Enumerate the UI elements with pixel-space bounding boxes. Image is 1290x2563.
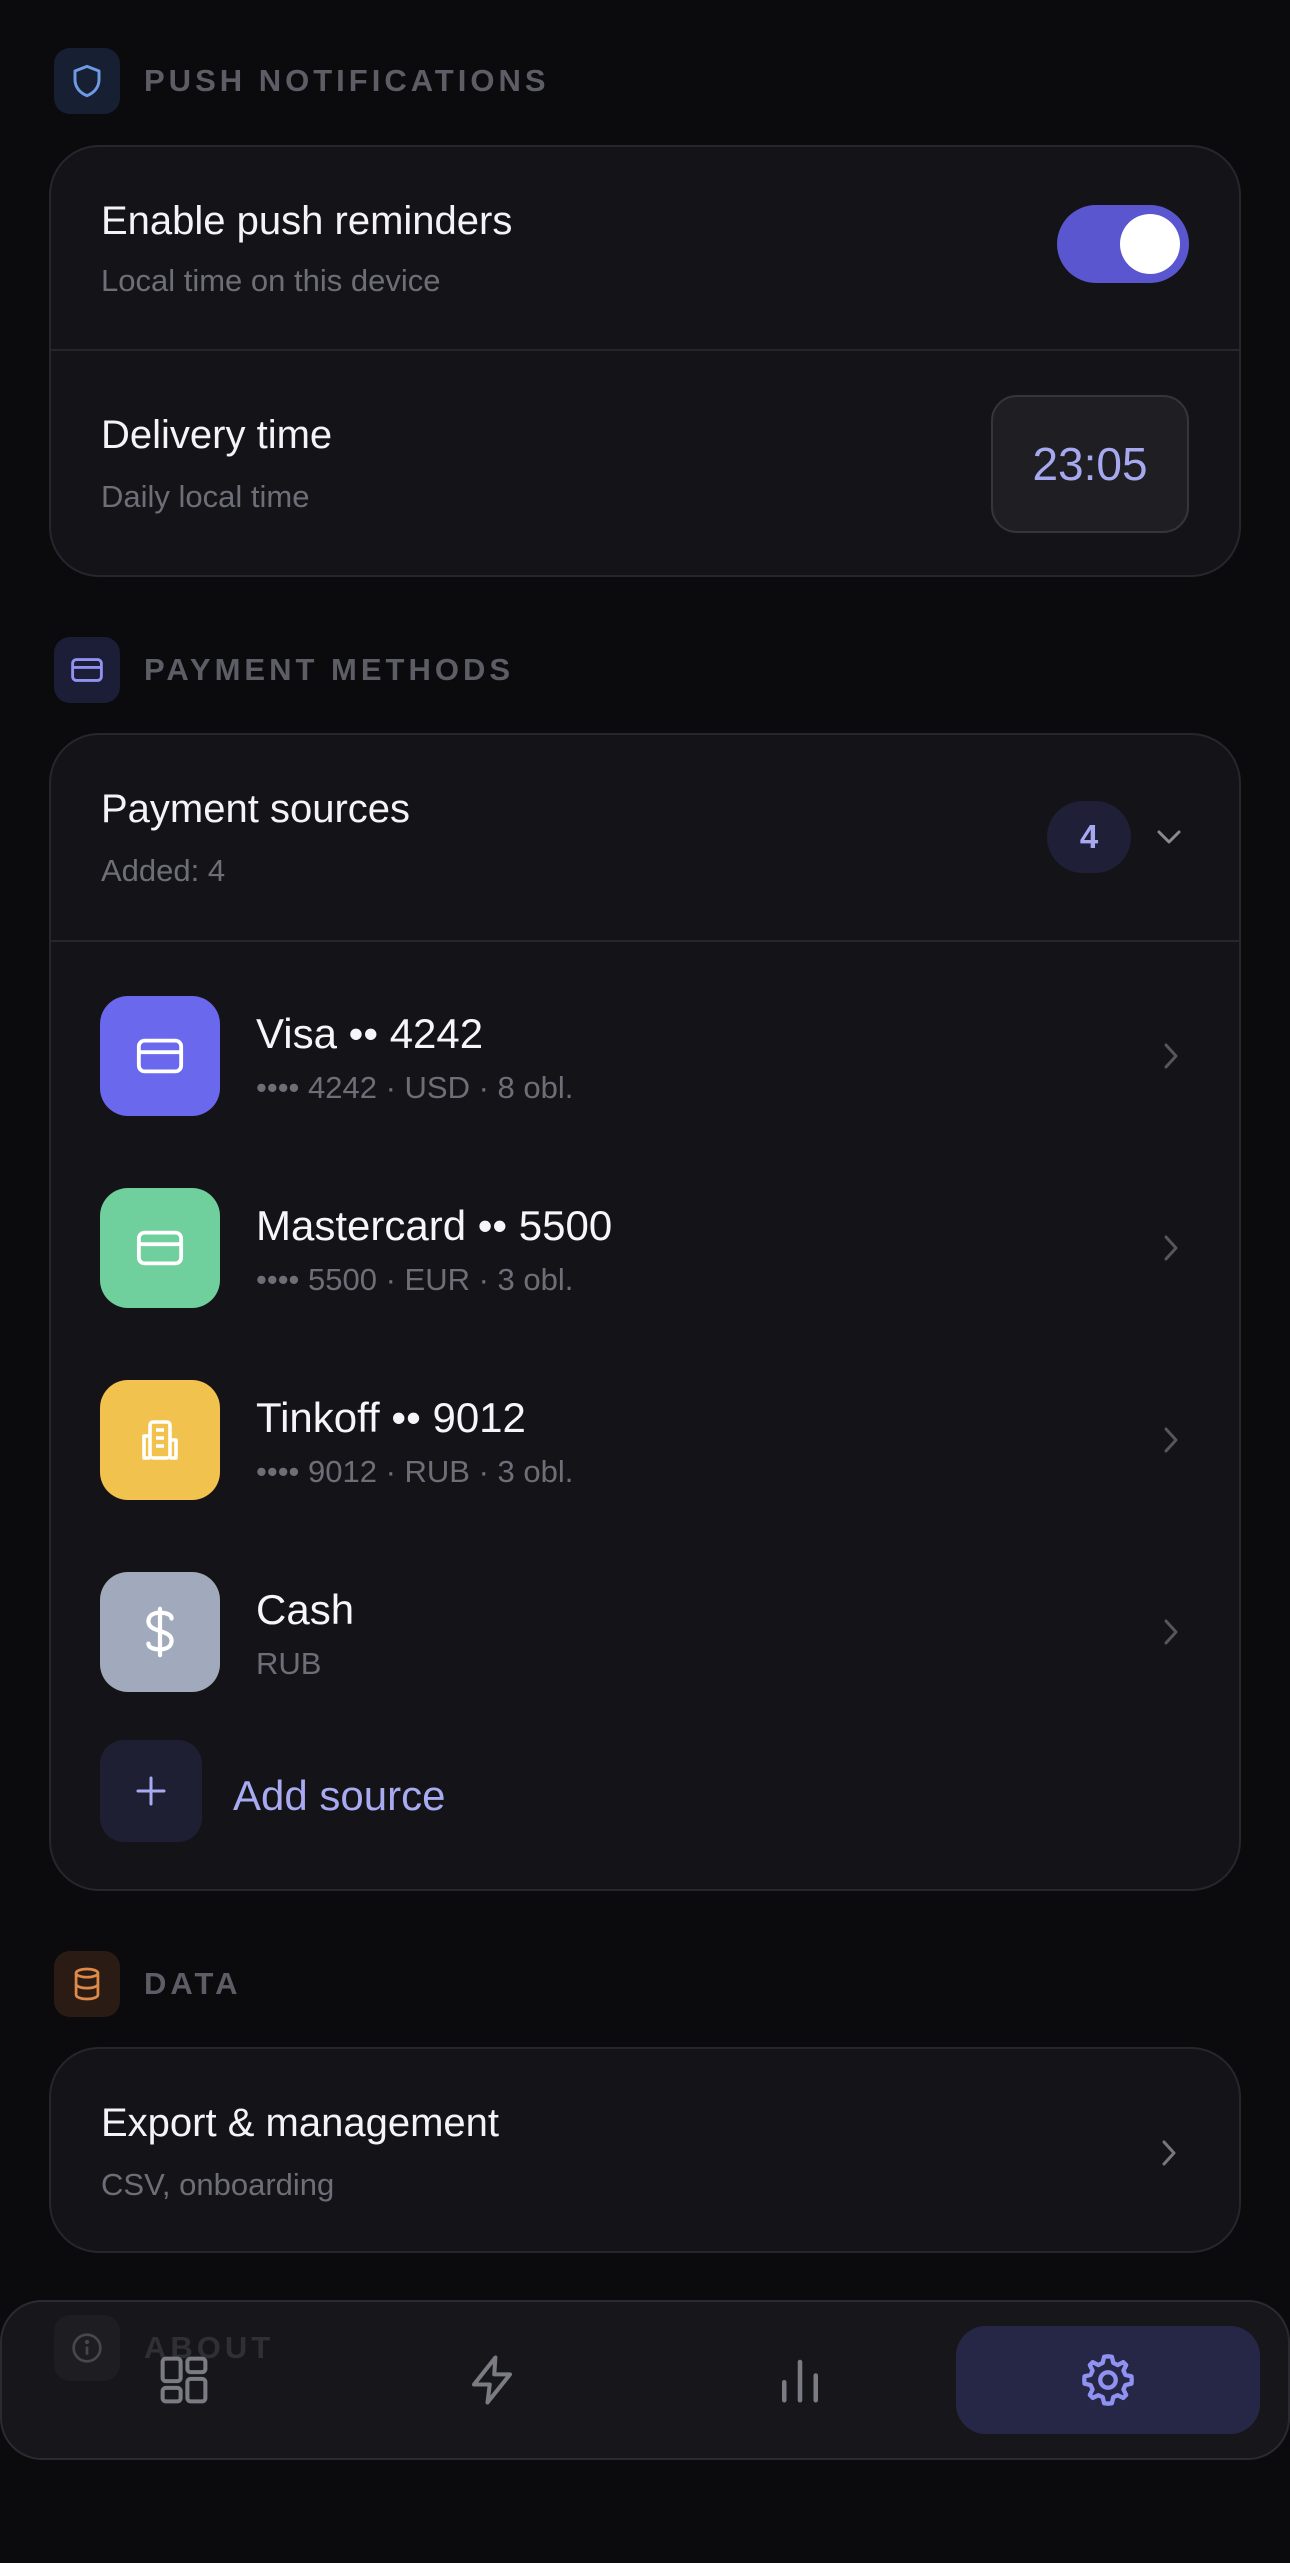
payment-item-subtitle: •••• 5500 · EUR · 3 obl.	[256, 1262, 574, 1297]
sources-count-badge: 4	[1047, 801, 1131, 873]
push-section-title: PUSH NOTIFICATIONS	[144, 63, 550, 98]
payment-sources-title: Payment sources	[101, 787, 411, 831]
delivery-time-title: Delivery time	[101, 413, 333, 457]
nav-settings[interactable]	[956, 2326, 1260, 2434]
payment-item-title: Cash	[256, 1586, 355, 1633]
stats-icon	[782, 2359, 818, 2403]
chevron-right-icon	[1151, 1420, 1191, 1460]
payment-item-title: Visa •• 4242	[256, 1010, 484, 1057]
payment-section-header: PAYMENT METHODS	[54, 637, 514, 703]
settings-page: PUSH NOTIFICATIONS Enable push reminders…	[0, 0, 1290, 2563]
payment-item-mastercard[interactable]: Mastercard •• 5500 •••• 5500 · EUR · 3 o…	[51, 1152, 1239, 1344]
push-card: Enable push reminders Local time on this…	[49, 145, 1241, 577]
push-section-header: PUSH NOTIFICATIONS	[54, 48, 550, 114]
shield-icon	[54, 48, 120, 114]
delivery-time-subtitle: Daily local time	[101, 479, 310, 514]
export-title: Export & management	[101, 2101, 499, 2145]
payment-item-tinkoff[interactable]: Tinkoff •• 9012 •••• 9012 · RUB · 3 obl.	[51, 1344, 1239, 1536]
payment-sources-header[interactable]: Payment sources Added: 4 4	[51, 735, 1239, 940]
credit-card-icon	[100, 996, 220, 1116]
enable-push-row[interactable]: Enable push reminders Local time on this…	[51, 147, 1239, 349]
payment-item-title: Mastercard •• 5500	[256, 1202, 613, 1249]
bolt-icon	[471, 2355, 513, 2405]
payment-item-subtitle: RUB	[256, 1646, 322, 1681]
add-source-row[interactable]: Add source	[51, 1728, 1239, 1889]
chevron-down-icon[interactable]	[1151, 819, 1187, 855]
payment-item-subtitle: •••• 9012 · RUB · 3 obl.	[256, 1454, 574, 1489]
payment-item-visa[interactable]: Visa •• 4242 •••• 4242 · USD · 8 obl.	[51, 960, 1239, 1152]
data-card: Export & management CSV, onboarding	[49, 2047, 1241, 2253]
data-section-header: DATA	[54, 1951, 242, 2017]
payment-sources-subtitle: Added: 4	[101, 853, 226, 888]
enable-push-subtitle: Local time on this device	[101, 263, 441, 298]
delivery-time-row: Delivery time Daily local time 23:05	[51, 349, 1239, 575]
enable-push-toggle[interactable]	[1057, 205, 1189, 283]
credit-card-icon	[100, 1188, 220, 1308]
credit-card-icon	[54, 637, 120, 703]
bank-building-icon	[100, 1380, 220, 1500]
plus-icon[interactable]	[100, 1740, 202, 1842]
payment-item-subtitle: •••• 4242 · USD · 8 obl.	[256, 1070, 574, 1105]
enable-push-title: Enable push reminders	[101, 199, 513, 243]
payment-section-title: PAYMENT METHODS	[144, 652, 515, 687]
settings-icon	[1082, 2354, 1134, 2406]
export-subtitle: CSV, onboarding	[101, 2167, 335, 2202]
chevron-right-icon	[1151, 1036, 1191, 1076]
nav-dashboard[interactable]	[32, 2326, 336, 2434]
chevron-right-icon	[1149, 2133, 1189, 2173]
payment-item-cash[interactable]: Cash RUB	[51, 1536, 1239, 1728]
delivery-time-picker[interactable]: 23:05	[991, 395, 1189, 533]
chevron-right-icon	[1151, 1612, 1191, 1652]
payment-list: Visa •• 4242 •••• 4242 · USD · 8 obl. Ma…	[51, 940, 1239, 1889]
dollar-icon	[100, 1572, 220, 1692]
chevron-right-icon	[1151, 1228, 1191, 1268]
toggle-knob	[1120, 214, 1180, 274]
add-source-button[interactable]: Add source	[233, 1772, 445, 1820]
bottom-nav: ABOUT	[0, 2300, 1290, 2460]
dashboard-icon	[160, 2356, 208, 2404]
payment-item-title: Tinkoff •• 9012	[256, 1394, 526, 1441]
nav-stats[interactable]	[648, 2326, 952, 2434]
nav-activity[interactable]	[340, 2326, 644, 2434]
data-section-title: DATA	[144, 1966, 242, 2001]
payment-card: Payment sources Added: 4 4 Visa •• 4242 …	[49, 733, 1241, 1891]
database-icon	[54, 1951, 120, 2017]
export-row[interactable]: Export & management CSV, onboarding	[51, 2049, 1239, 2251]
